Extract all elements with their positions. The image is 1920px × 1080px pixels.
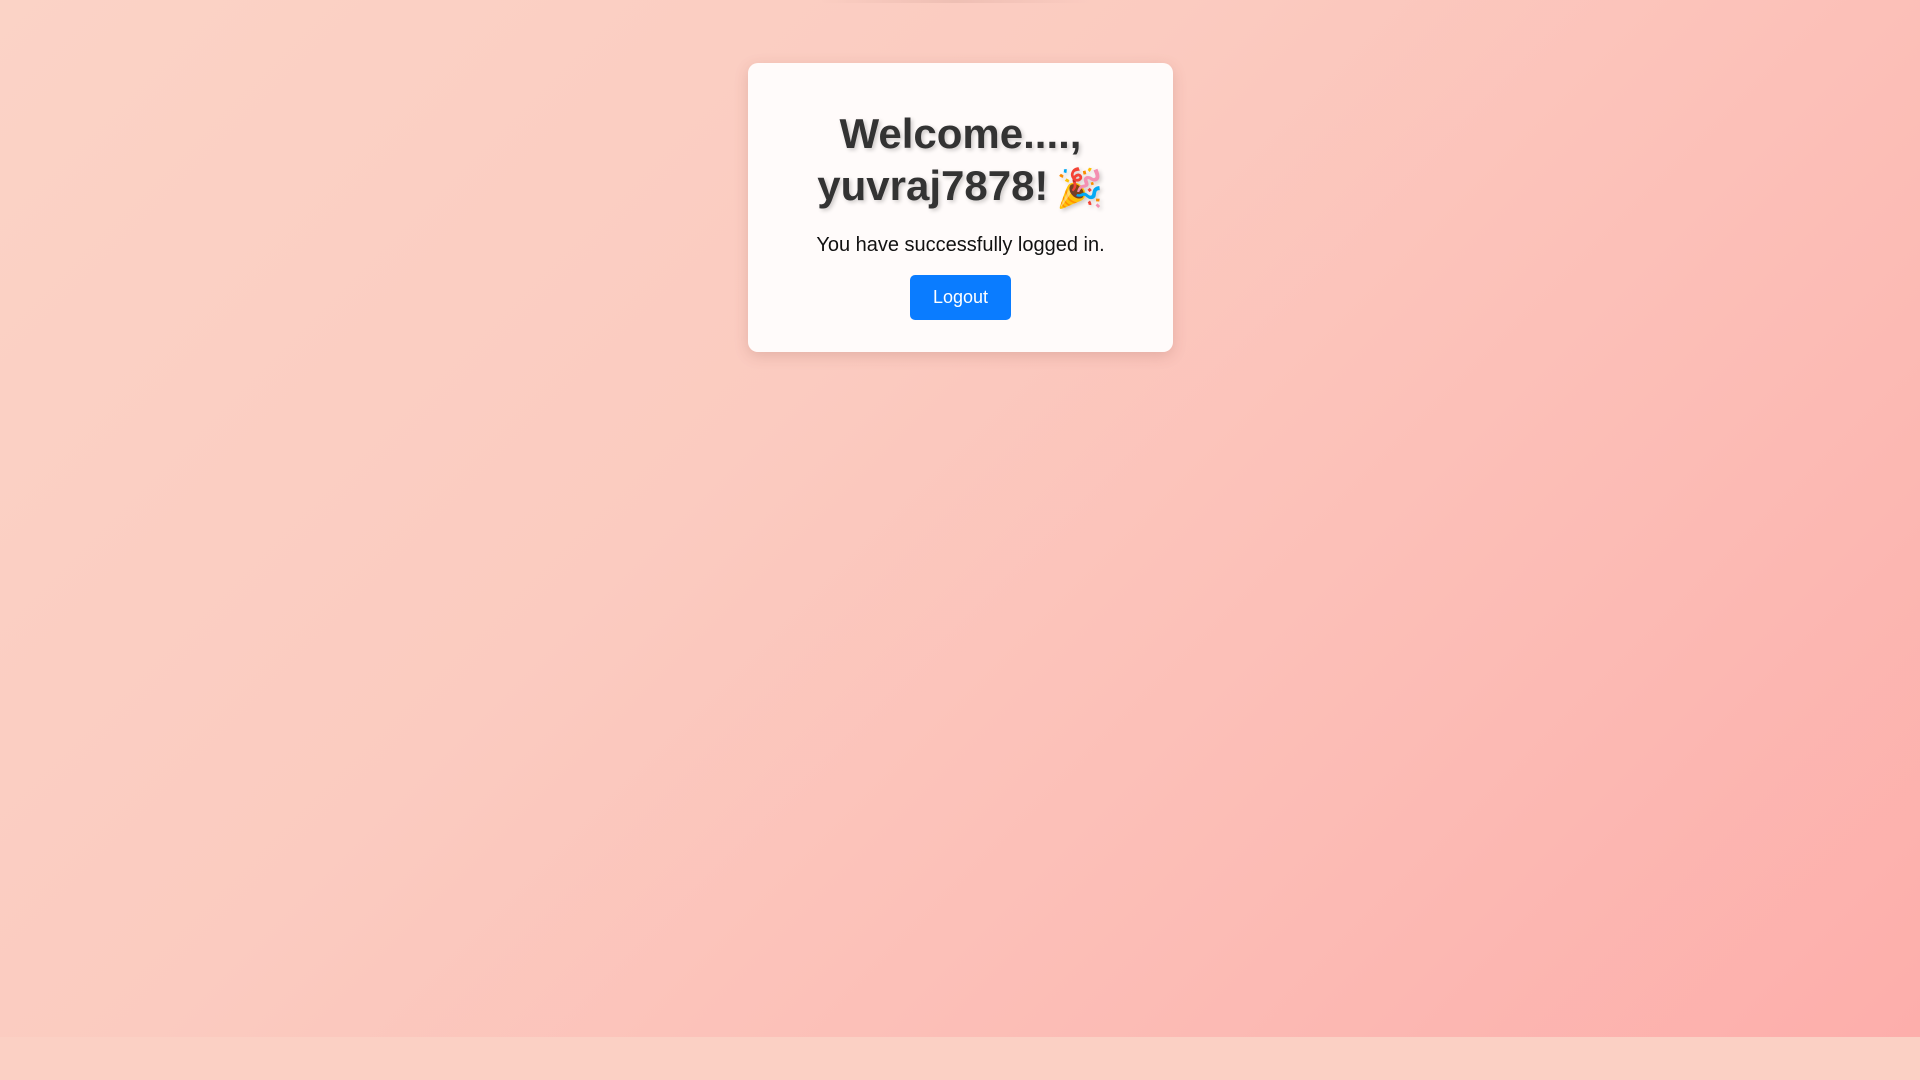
top-edge-shadow <box>820 0 1090 3</box>
welcome-heading: Welcome...., yuvraj7878! 🎉 <box>748 108 1173 215</box>
welcome-card: Welcome...., yuvraj7878! 🎉 You have succe… <box>748 63 1173 352</box>
login-success-message: You have successfully logged in. <box>816 233 1105 256</box>
welcome-username-line: yuvraj7878! 🎉 <box>748 160 1173 215</box>
username: yuvraj7878! <box>817 162 1049 209</box>
logout-button[interactable]: Logout <box>910 274 1011 320</box>
party-popper-icon: 🎉 <box>1056 167 1104 210</box>
welcome-greeting: Welcome...., <box>839 110 1082 157</box>
